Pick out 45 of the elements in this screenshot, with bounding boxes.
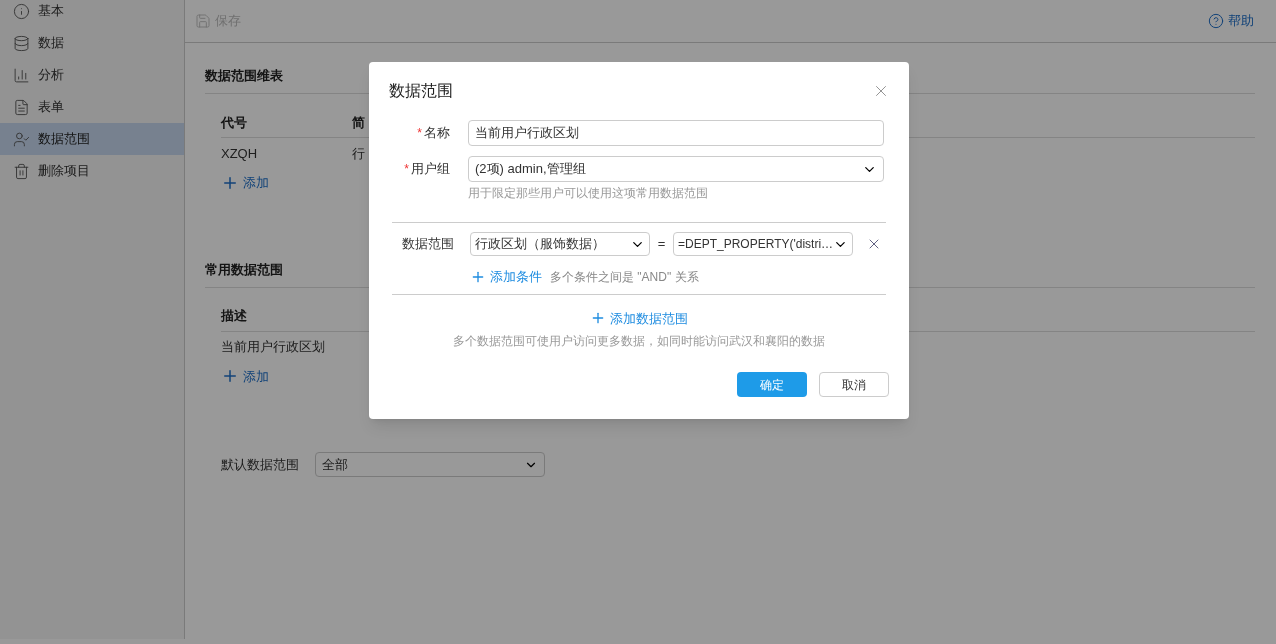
select-field[interactable]: (2项) admin,管理组: [468, 156, 884, 182]
select-field[interactable]: 行政区划（服饰数据）: [470, 232, 650, 256]
document-icon: [13, 98, 30, 116]
table-cell: 行: [352, 145, 365, 161]
add-range-link[interactable]: 添加数据范围: [590, 308, 688, 328]
table-cell: XZQH: [221, 145, 258, 161]
select-field[interactable]: 全部: [315, 452, 545, 477]
help-button[interactable]: 帮助: [1208, 11, 1254, 31]
user-icon: [13, 130, 30, 148]
dialog-title: 数据范围: [389, 81, 453, 101]
trash-icon: [13, 162, 30, 180]
add-link[interactable]: 添加: [221, 366, 269, 386]
operator-text: =: [656, 235, 667, 254]
section-title: 数据范围维表: [205, 68, 283, 83]
add-link[interactable]: 添加: [221, 173, 269, 193]
field-label: 用户组: [411, 160, 450, 179]
confirm-button[interactable]: 确定: [737, 372, 807, 397]
column-header: 简: [352, 114, 365, 130]
field-hint: 用于限定那些用户可以使用这项常用数据范围: [468, 185, 709, 202]
save-icon: [195, 13, 211, 29]
sidebar-item[interactable]: 数据: [0, 27, 184, 59]
select-field[interactable]: =DEPT_PROPERTY('distri…: [673, 232, 853, 256]
section-title: 常用数据范围: [205, 261, 283, 277]
info-icon: [13, 2, 30, 20]
range-note: 多个数据范围可使用户访问更多数据，如同时能访问武汉和襄阳的数据: [453, 333, 825, 350]
condition-note: 多个条件之间是 "AND" 关系: [550, 268, 699, 286]
required-mark: *: [404, 161, 409, 178]
sidebar-item[interactable]: 表单: [0, 91, 184, 123]
bar-chart-icon: [13, 66, 30, 84]
cancel-button[interactable]: 取消: [819, 372, 889, 397]
sidebar-item[interactable]: 删除项目: [0, 155, 184, 187]
table-cell: 当前用户行政区划: [221, 339, 325, 354]
sidebar-item[interactable]: 基本: [0, 0, 184, 27]
database-icon: [13, 34, 30, 52]
field-label: 默认数据范围: [221, 455, 299, 474]
sidebar-item[interactable]: 数据范围: [0, 123, 184, 155]
field-label: 名称: [424, 124, 450, 143]
column-header: 描述: [221, 308, 247, 323]
add-condition-link[interactable]: 添加条件: [470, 267, 542, 287]
sidebar-item[interactable]: 分析: [0, 59, 184, 91]
field-label: 数据范围: [401, 235, 455, 254]
input-field[interactable]: 当前用户行政区划: [468, 120, 884, 146]
required-mark: *: [417, 125, 422, 142]
column-header: 代号: [221, 114, 247, 130]
help-icon: [1208, 13, 1224, 29]
